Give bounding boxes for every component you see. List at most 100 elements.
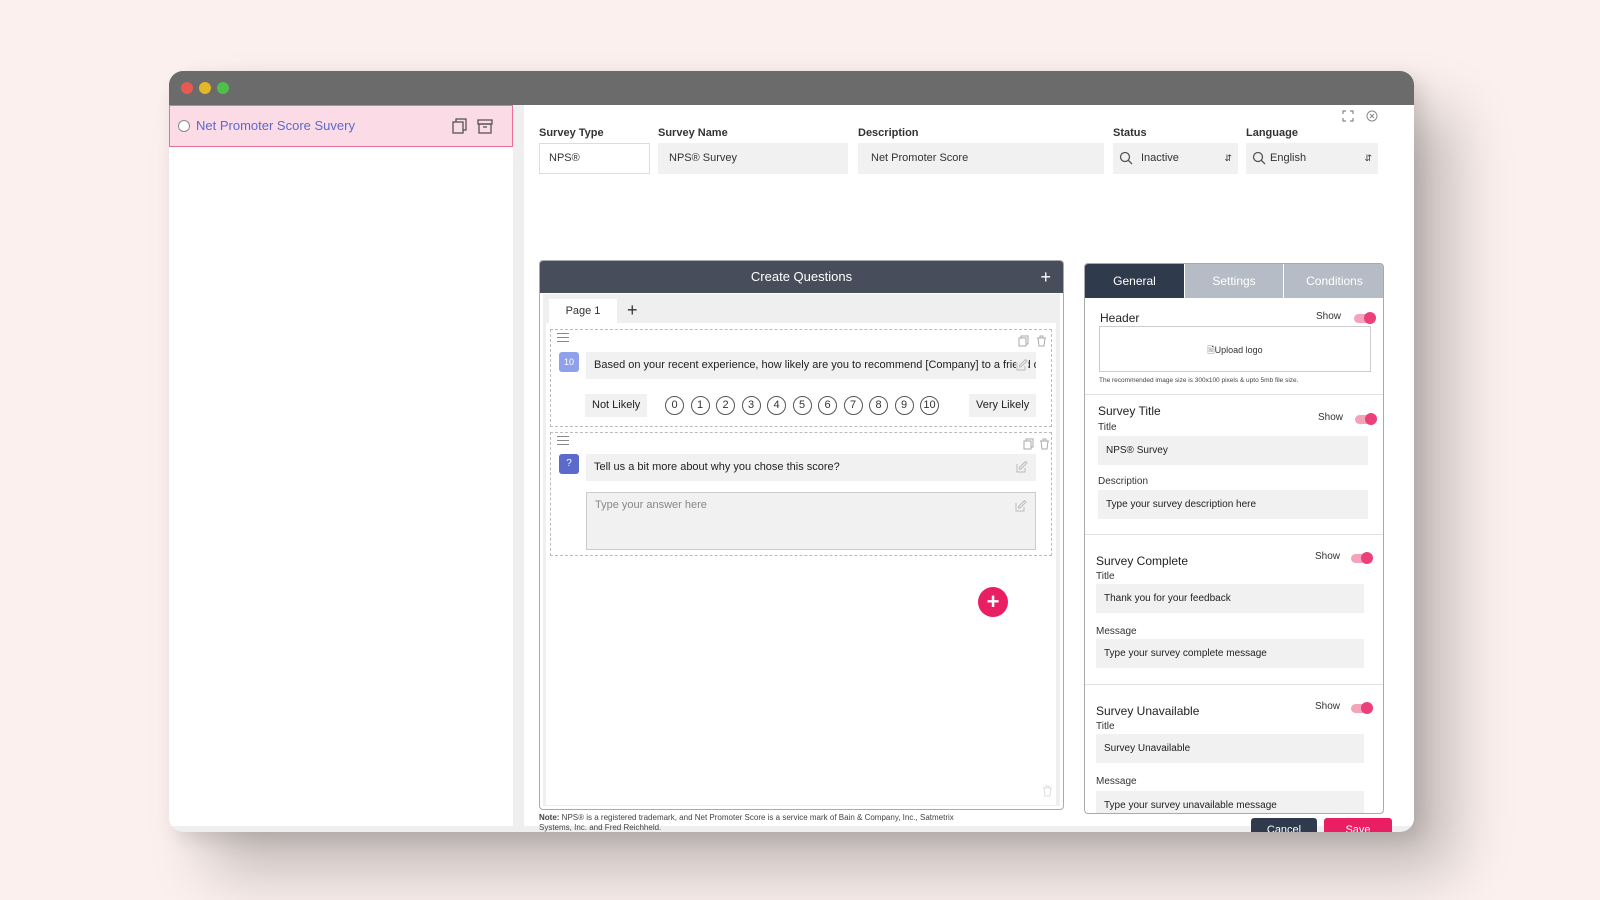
- nps-score-option[interactable]: 10: [920, 396, 939, 415]
- language-select[interactable]: English ⇵: [1246, 143, 1378, 174]
- survey-description-label: Description: [1098, 476, 1149, 487]
- sidebar-survey-item[interactable]: Net Promoter Score Suvery: [169, 105, 513, 147]
- divider: [1085, 534, 1383, 535]
- survey-complete-title-input[interactable]: Thank you for your feedback: [1096, 584, 1364, 613]
- nps-score-option[interactable]: 8: [869, 396, 888, 415]
- expand-icon[interactable]: [1342, 110, 1354, 122]
- survey-unavailable-message-input[interactable]: Type your survey unavailable message: [1096, 791, 1364, 813]
- page-body: 10 Based on your recent experience, how …: [546, 323, 1056, 805]
- minimize-window-button[interactable]: [199, 82, 211, 94]
- header-show-toggle[interactable]: [1354, 312, 1376, 324]
- survey-name-label: Survey Name: [658, 127, 728, 139]
- survey-title-input[interactable]: NPS® Survey: [1098, 436, 1368, 465]
- nps-score-option[interactable]: 1: [690, 396, 710, 415]
- survey-name-field[interactable]: NPS® Survey: [658, 143, 848, 174]
- upload-logo-button[interactable]: 🗎Upload logo: [1099, 326, 1371, 372]
- archive-icon[interactable]: [476, 117, 494, 135]
- drag-handle-icon[interactable]: [557, 436, 569, 448]
- question-text-open-value: Tell us a bit more about why you chose t…: [594, 461, 840, 473]
- nps-score-option[interactable]: 3: [741, 396, 761, 415]
- survey-type-field[interactable]: NPS®: [539, 143, 650, 174]
- chevron-updown-icon: ⇵: [1224, 153, 1232, 163]
- question-text-nps[interactable]: Based on your recent experience, how lik…: [586, 352, 1036, 379]
- survey-complete-title-label: Title: [1096, 571, 1115, 582]
- trash-icon[interactable]: [1036, 335, 1047, 347]
- survey-unavailable-show-toggle[interactable]: [1351, 702, 1373, 714]
- page-area: Page 1 + 10 Based on your recent experie…: [543, 294, 1060, 806]
- divider: [1085, 684, 1383, 685]
- description-label: Description: [858, 127, 919, 139]
- duplicate-icon[interactable]: [451, 117, 469, 135]
- nps-score-option[interactable]: 9: [894, 396, 914, 415]
- survey-description-input[interactable]: Type your survey description here: [1098, 490, 1368, 519]
- note-text: NPS® is a registered trademark, and Net …: [539, 813, 954, 832]
- copy-icon[interactable]: [1023, 438, 1034, 450]
- tab-settings[interactable]: Settings: [1185, 264, 1283, 298]
- copy-icon[interactable]: [1018, 335, 1029, 347]
- close-icon[interactable]: [1366, 110, 1378, 122]
- file-icon: 🗎: [1207, 345, 1215, 355]
- close-window-button[interactable]: [181, 82, 193, 94]
- survey-complete-message-input[interactable]: Type your survey complete message: [1096, 639, 1364, 668]
- survey-unavailable-show-label: Show: [1315, 701, 1341, 712]
- nps-score-option[interactable]: 7: [843, 396, 863, 415]
- nps-question-number: 10: [559, 352, 579, 372]
- survey-complete-show-label: Show: [1315, 551, 1341, 562]
- edit-icon[interactable]: [1016, 359, 1028, 371]
- nps-score-option[interactable]: 4: [767, 396, 786, 415]
- nps-score-option[interactable]: 5: [792, 396, 812, 415]
- divider: [1085, 394, 1383, 395]
- drag-handle-icon[interactable]: [557, 333, 569, 345]
- upload-logo-label: Upload logo: [1214, 345, 1263, 355]
- save-button[interactable]: Save: [1324, 818, 1392, 832]
- main-panel: Survey Type NPS® Survey Name NPS® Survey…: [524, 105, 1414, 832]
- create-questions-header: Create Questions +: [540, 261, 1063, 293]
- add-page-plus-icon[interactable]: +: [1040, 261, 1051, 293]
- language-value: English: [1270, 152, 1307, 164]
- question-icon: ?: [559, 454, 579, 474]
- survey-title-show-toggle[interactable]: [1355, 413, 1377, 425]
- question-card-nps[interactable]: 10 Based on your recent experience, how …: [550, 329, 1052, 427]
- survey-complete-show-toggle[interactable]: [1351, 552, 1373, 564]
- survey-unavailable-message-label: Message: [1096, 776, 1137, 787]
- answer-textarea[interactable]: Type your answer here: [586, 492, 1036, 550]
- very-likely-label: Very Likely: [969, 394, 1037, 417]
- sidebar: Net Promoter Score Suvery: [169, 105, 513, 826]
- tab-conditions[interactable]: Conditions: [1284, 264, 1383, 298]
- edit-icon[interactable]: [1015, 500, 1027, 512]
- status-select[interactable]: Inactive ⇵: [1113, 143, 1238, 174]
- edit-icon[interactable]: [1016, 461, 1028, 473]
- question-text-nps-value: Based on your recent experience, how lik…: [594, 359, 1036, 371]
- survey-title-title-label: Title: [1098, 422, 1117, 433]
- survey-complete-section-title: Survey Complete: [1096, 554, 1189, 568]
- answer-placeholder: Type your answer here: [595, 499, 707, 511]
- add-page-icon[interactable]: +: [627, 300, 638, 321]
- survey-title-section-title: Survey Title: [1098, 404, 1161, 418]
- survey-name-link[interactable]: Net Promoter Score Suvery: [196, 118, 355, 133]
- note-prefix: Note:: [539, 813, 560, 822]
- language-label: Language: [1246, 127, 1298, 139]
- create-questions-title: Create Questions: [750, 269, 853, 284]
- app-window: Net Promoter Score Suvery Survey Type NP…: [169, 71, 1414, 832]
- nps-score-option[interactable]: 6: [818, 396, 837, 415]
- survey-unavailable-title-input[interactable]: Survey Unavailable: [1096, 734, 1364, 763]
- question-text-open[interactable]: Tell us a bit more about why you chose t…: [586, 454, 1036, 481]
- chevron-updown-icon: ⇵: [1364, 153, 1372, 163]
- survey-type-label: Survey Type: [539, 127, 604, 139]
- trash-icon[interactable]: [1039, 438, 1050, 450]
- tab-general[interactable]: General: [1085, 264, 1184, 298]
- title-bar: [169, 71, 1414, 105]
- upload-hint: The recommended image size is 300x100 pi…: [1099, 377, 1299, 384]
- add-question-button[interactable]: +: [978, 587, 1008, 617]
- survey-complete-message-label: Message: [1096, 626, 1137, 637]
- nps-score-option[interactable]: 2: [716, 396, 735, 415]
- maximize-window-button[interactable]: [217, 82, 229, 94]
- cancel-button[interactable]: Cancel: [1251, 818, 1317, 832]
- survey-radio[interactable]: [178, 120, 190, 132]
- tab-page-1[interactable]: Page 1: [549, 299, 617, 323]
- header-section-title: Header: [1100, 311, 1140, 325]
- question-card-text[interactable]: ? Tell us a bit more about why you chose…: [550, 432, 1052, 556]
- nps-score-option[interactable]: 0: [665, 396, 684, 415]
- description-field[interactable]: Net Promoter Score: [858, 143, 1104, 174]
- trash-icon[interactable]: [1042, 785, 1053, 797]
